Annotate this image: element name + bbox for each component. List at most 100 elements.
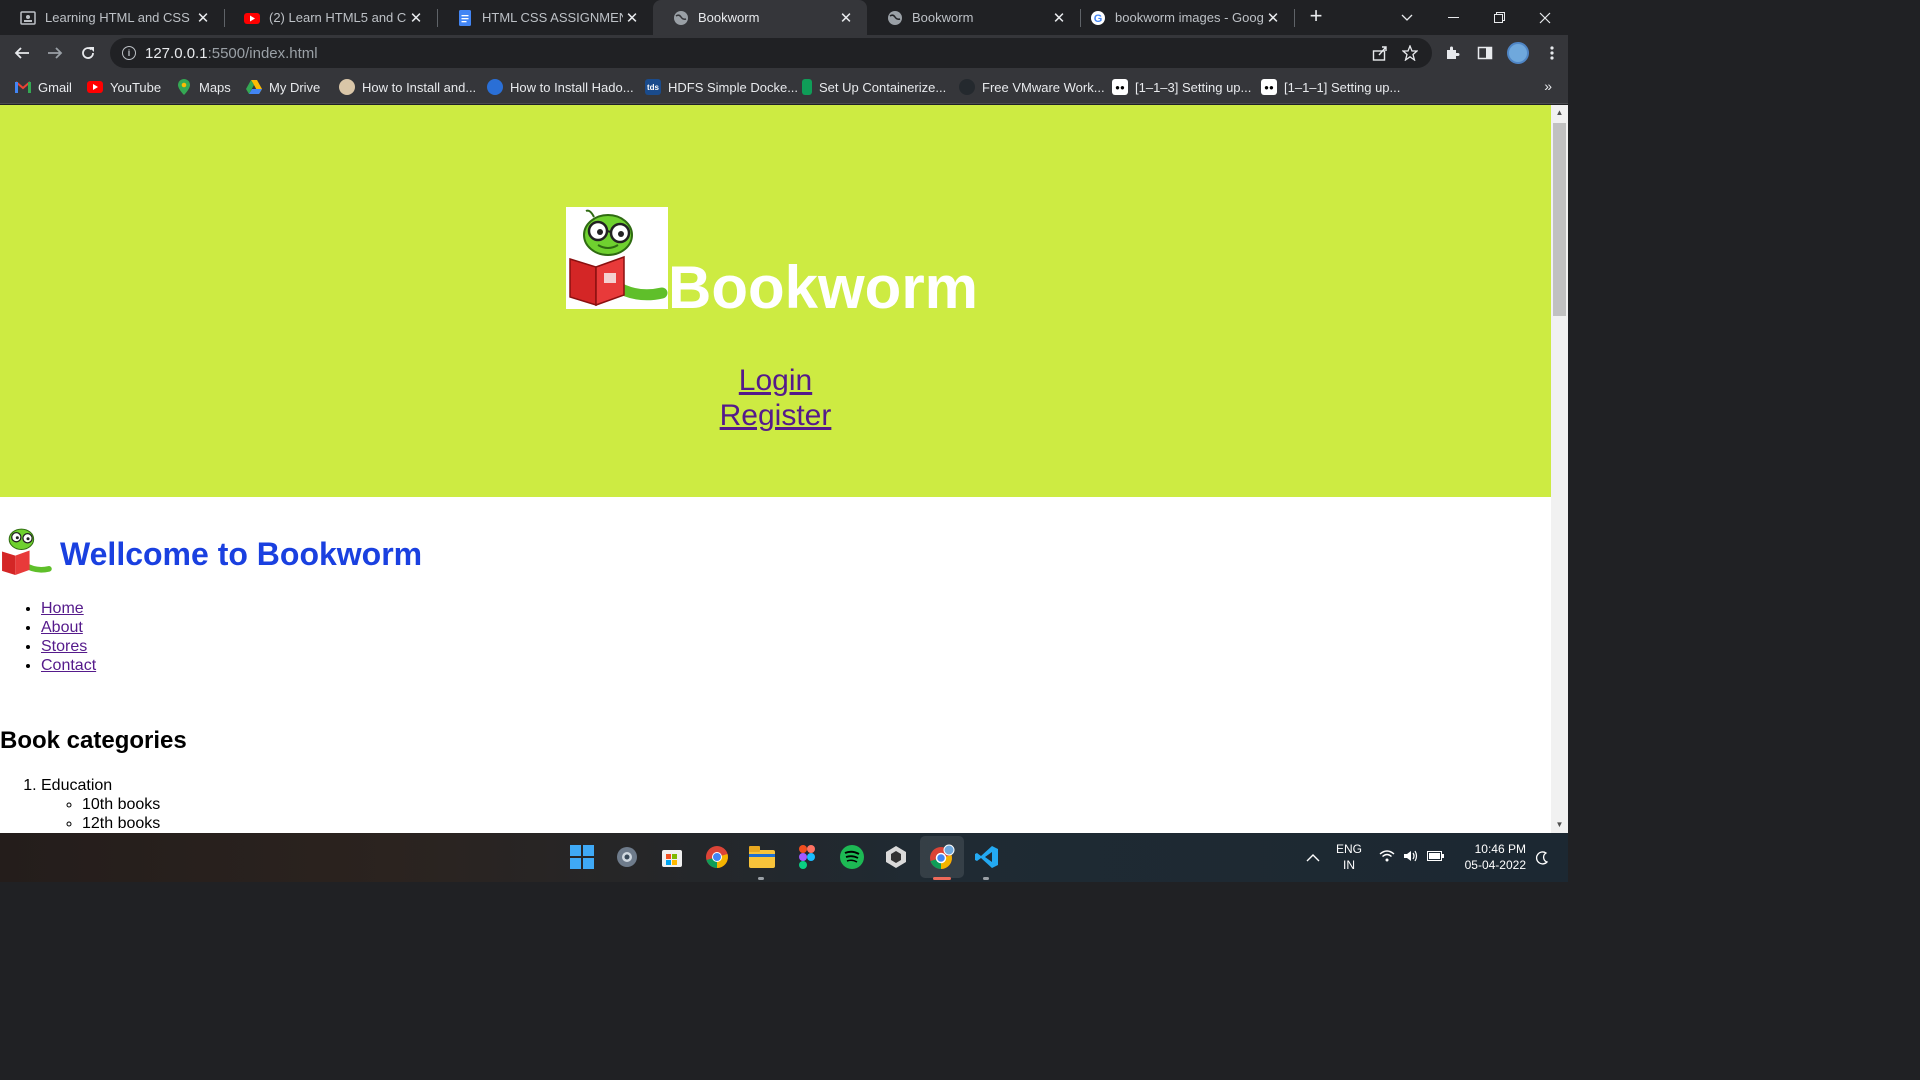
figma-icon[interactable] [793,843,821,871]
tab-bookworm-images[interactable]: G bookworm images - Googl ✕ [1080,0,1294,35]
vscode-icon[interactable] [973,843,1001,871]
input-language[interactable]: ENG IN [1336,841,1362,873]
bookworm-small-logo-icon [2,528,52,575]
close-icon[interactable]: ✕ [1050,9,1068,27]
bookmark-how-to-install[interactable]: How to Install and... [339,78,476,96]
unity-icon[interactable] [882,843,910,871]
nav-link-contact[interactable]: Contact [41,657,96,674]
close-icon[interactable]: ✕ [837,9,855,27]
file-explorer-icon[interactable] [748,843,776,871]
url-path: :5500/index.html [207,44,318,62]
side-panel-icon[interactable] [1468,45,1501,61]
bookworm-logo [566,207,668,309]
volume-icon[interactable] [1403,850,1419,865]
welcome-heading: Wellcome to Bookworm [60,536,423,572]
window-controls [1384,0,1568,35]
bookmark-vmware[interactable]: Free VMware Work... [959,78,1105,96]
tab-bookworm-active[interactable]: Bookworm ✕ [653,0,867,35]
chrome-profile-icon[interactable] [928,843,956,871]
url-host: 127.0.0.1 [145,44,208,62]
tab-title: Bookworm [698,10,760,25]
extensions-icon[interactable] [1435,45,1468,61]
reload-button[interactable] [74,39,102,67]
welcome-section: Wellcome to Bookworm [0,517,422,577]
tab-strip: Learning HTML and CSS ✕ (2) Learn HTML5 … [0,0,1568,35]
new-tab-button[interactable]: + [1305,5,1327,29]
hero-title: Bookworm [668,254,979,321]
restore-button[interactable] [1476,0,1522,35]
tab-search-icon[interactable] [1384,0,1430,35]
bookmark-label: HDFS Simple Docke... [668,79,799,95]
nav-link-home[interactable]: Home [41,600,84,617]
bookmark-hdfs-docker[interactable]: tds HDFS Simple Docke... [645,78,798,96]
windows-start-icon[interactable] [568,843,596,871]
bookmark-label: [1–1–3] Setting up... [1135,79,1252,95]
close-icon[interactable]: ✕ [407,9,425,27]
profile-avatar[interactable] [1507,42,1529,64]
site-icon [487,79,503,95]
nav-link-about[interactable]: About [41,619,83,636]
tab-title: HTML CSS ASSIGNMENT 1 [482,10,623,25]
scroll-thumb[interactable] [1553,123,1566,316]
tab-html-css-assignment[interactable]: HTML CSS ASSIGNMENT 1 ✕ [437,0,653,35]
tab-learning-html[interactable]: Learning HTML and CSS ✕ [0,0,224,35]
google-icon: G [1090,10,1106,26]
page-scrollbar[interactable]: ▲ ▼ [1551,105,1568,833]
site-info-icon[interactable]: i [122,46,136,60]
chrome-icon[interactable] [703,843,731,871]
nav-link-stores[interactable]: Stores [41,638,87,655]
running-indicator [983,877,989,880]
minimize-button[interactable] [1430,0,1476,35]
system-tray[interactable] [1379,833,1445,882]
subcategory-list: 10th books 12th books [82,795,160,833]
globe-icon [887,10,903,26]
bookmark-containerize[interactable]: Set Up Containerize... [802,78,946,96]
scroll-down-icon[interactable]: ▼ [1551,817,1568,833]
settings-icon[interactable] [613,843,641,871]
forward-button[interactable] [41,39,69,67]
back-button[interactable] [8,39,36,67]
language-code: ENG [1336,842,1363,856]
notifications-icon[interactable] [1535,833,1549,882]
close-icon[interactable]: ✕ [1264,9,1282,27]
classroom-icon [20,10,36,26]
spotify-icon[interactable] [838,843,866,871]
bookmark-my-drive[interactable]: My Drive [246,78,320,96]
bookmark-label: Free VMware Work... [982,79,1105,95]
categories-heading: Book categories [0,727,187,754]
windows-taskbar: ENG IN 10:46 PM 05-04-2022 [0,833,1568,882]
region-code: IN [1343,858,1355,872]
close-icon[interactable]: ✕ [623,9,641,27]
bookmark-install-hadoop[interactable]: How to Install Hado... [487,78,634,96]
address-bar[interactable]: i 127.0.0.1:5500/index.html [110,38,1432,68]
bookmark-youtube[interactable]: YouTube [87,78,161,96]
forward-arrow-icon [48,47,63,59]
login-link[interactable]: Login [739,363,812,398]
close-window-button[interactable] [1522,0,1568,35]
register-link[interactable]: Register [720,398,832,433]
more-bookmarks-icon[interactable]: » [1544,78,1552,94]
subcategory-item: 10th books [82,795,160,814]
bookmark-star-icon[interactable] [1401,44,1419,65]
medium-icon: ●● [1261,79,1277,95]
clock[interactable]: 10:46 PM 05-04-2022 [1458,841,1526,873]
tab-title: Learning HTML and CSS [45,10,190,25]
battery-icon[interactable] [1427,850,1445,865]
site-icon [339,79,355,95]
wifi-icon[interactable] [1379,850,1395,865]
close-icon[interactable]: ✕ [194,9,212,27]
bookmark-setting-up-2[interactable]: ●● [1–1–1] Setting up... [1261,78,1400,96]
share-icon[interactable] [1372,45,1388,65]
scroll-up-icon[interactable]: ▲ [1551,105,1568,121]
gmail-icon [15,79,31,95]
store-icon[interactable] [658,843,686,871]
tab-title: bookworm images - Googl [1115,10,1264,25]
tab-learn-html5[interactable]: (2) Learn HTML5 and CSS3 ( ✕ [224,0,437,35]
bookmark-gmail[interactable]: Gmail [15,78,72,96]
category-name: Education [41,777,113,794]
bookmark-maps[interactable]: Maps [176,78,231,96]
tab-bookworm[interactable]: Bookworm ✕ [867,0,1080,35]
menu-kebab-icon[interactable] [1535,45,1568,61]
show-hidden-icons[interactable] [1306,833,1320,882]
bookmark-setting-up-1[interactable]: ●● [1–1–3] Setting up... [1112,78,1251,96]
